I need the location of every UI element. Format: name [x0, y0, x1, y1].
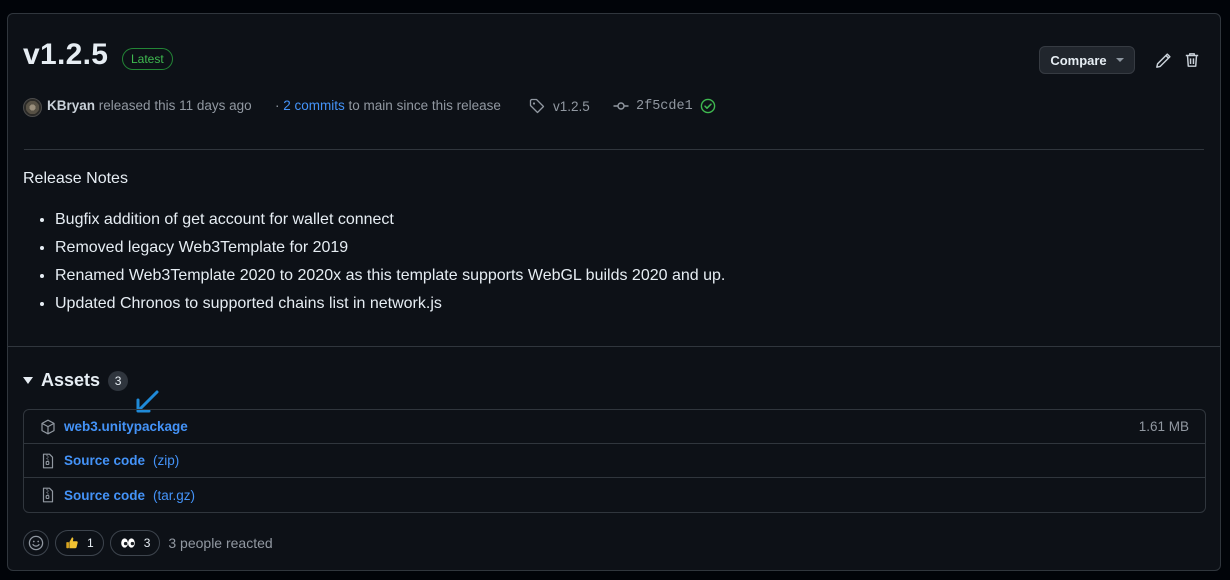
package-icon	[41, 419, 55, 434]
compare-label: Compare	[1050, 52, 1107, 68]
asset-download-link[interactable]: Source code	[64, 453, 145, 468]
triangle-down-icon	[23, 377, 33, 384]
commit-hash: 2f5cde1	[636, 98, 693, 114]
release-notes-list: Bugfix addition of get account for walle…	[23, 206, 725, 318]
thumbs-up-count: 1	[87, 536, 94, 550]
author-link[interactable]: KBryan	[47, 98, 95, 113]
release-note-item: Bugfix addition of get account for walle…	[55, 206, 725, 234]
asset-row: Source code (zip)	[24, 444, 1205, 478]
header-divider	[24, 149, 1204, 150]
smiley-icon	[28, 535, 44, 551]
commits-separator: ·	[275, 98, 280, 113]
edit-button[interactable]	[1154, 52, 1174, 72]
release-card: v1.2.5 Latest Compare KBryan released th…	[7, 13, 1221, 571]
latest-badge: Latest	[122, 48, 173, 70]
reaction-thumbs-up[interactable]: 1	[55, 530, 104, 556]
reaction-eyes[interactable]: 3	[109, 530, 161, 556]
commits-link[interactable]: 2 commits	[283, 98, 345, 113]
assets-toggle[interactable]: Assets 3	[23, 370, 129, 391]
commits-suffix: to main since this release	[348, 98, 501, 113]
assets-title: Assets	[41, 370, 101, 390]
release-note-item: Renamed Web3Template 2020 to 2020x as th…	[55, 262, 725, 290]
thumbs-up-icon	[66, 537, 78, 549]
commit-info[interactable]: 2f5cde1	[613, 98, 716, 114]
assets-divider	[8, 346, 1220, 347]
release-title[interactable]: v1.2.5	[23, 38, 108, 72]
commits-info: · 2 commits to main since this release	[275, 98, 501, 113]
release-notes-heading: Release Notes	[23, 170, 128, 187]
tag-name: v1.2.5	[553, 98, 590, 114]
chevron-down-icon	[1115, 58, 1124, 62]
compare-button[interactable]: Compare	[1039, 46, 1135, 74]
author-avatar[interactable]	[23, 98, 42, 117]
asset-format: (tar.gz)	[153, 487, 196, 503]
delete-button[interactable]	[1183, 51, 1203, 71]
reactions-bar: 1 3 3 people reacted	[23, 530, 273, 556]
tag-info[interactable]: v1.2.5	[529, 98, 590, 114]
release-note-item: Removed legacy Web3Template for 2019	[55, 234, 725, 262]
file-zip-icon	[42, 453, 54, 468]
asset-download-link[interactable]: Source code	[64, 488, 145, 503]
pencil-icon	[1156, 53, 1171, 68]
check-circle-icon	[700, 98, 716, 114]
trash-icon	[1185, 53, 1199, 67]
release-byline: KBryan released this 11 days ago	[47, 98, 252, 113]
file-zip-icon	[42, 487, 54, 503]
eyes-count: 3	[143, 536, 151, 550]
add-reaction-button[interactable]	[23, 530, 49, 556]
assets-count-badge: 3	[108, 370, 129, 391]
eyes-icon	[120, 538, 135, 548]
assets-list: web3.unitypackage 1.61 MB Source code (z…	[23, 409, 1206, 513]
release-note-item: Updated Chronos to supported chains list…	[55, 290, 725, 318]
asset-size: 1.61 MB	[1138, 419, 1189, 434]
reactions-summary: 3 people reacted	[168, 535, 273, 551]
git-commit-icon	[613, 102, 629, 110]
tag-icon	[529, 98, 545, 114]
released-text: released this 11 days ago	[98, 98, 252, 113]
asset-row: Source code (tar.gz)	[24, 478, 1205, 512]
asset-download-link[interactable]: web3.unitypackage	[64, 419, 188, 434]
asset-row: web3.unitypackage 1.61 MB	[24, 410, 1205, 444]
asset-format: (zip)	[153, 453, 180, 468]
